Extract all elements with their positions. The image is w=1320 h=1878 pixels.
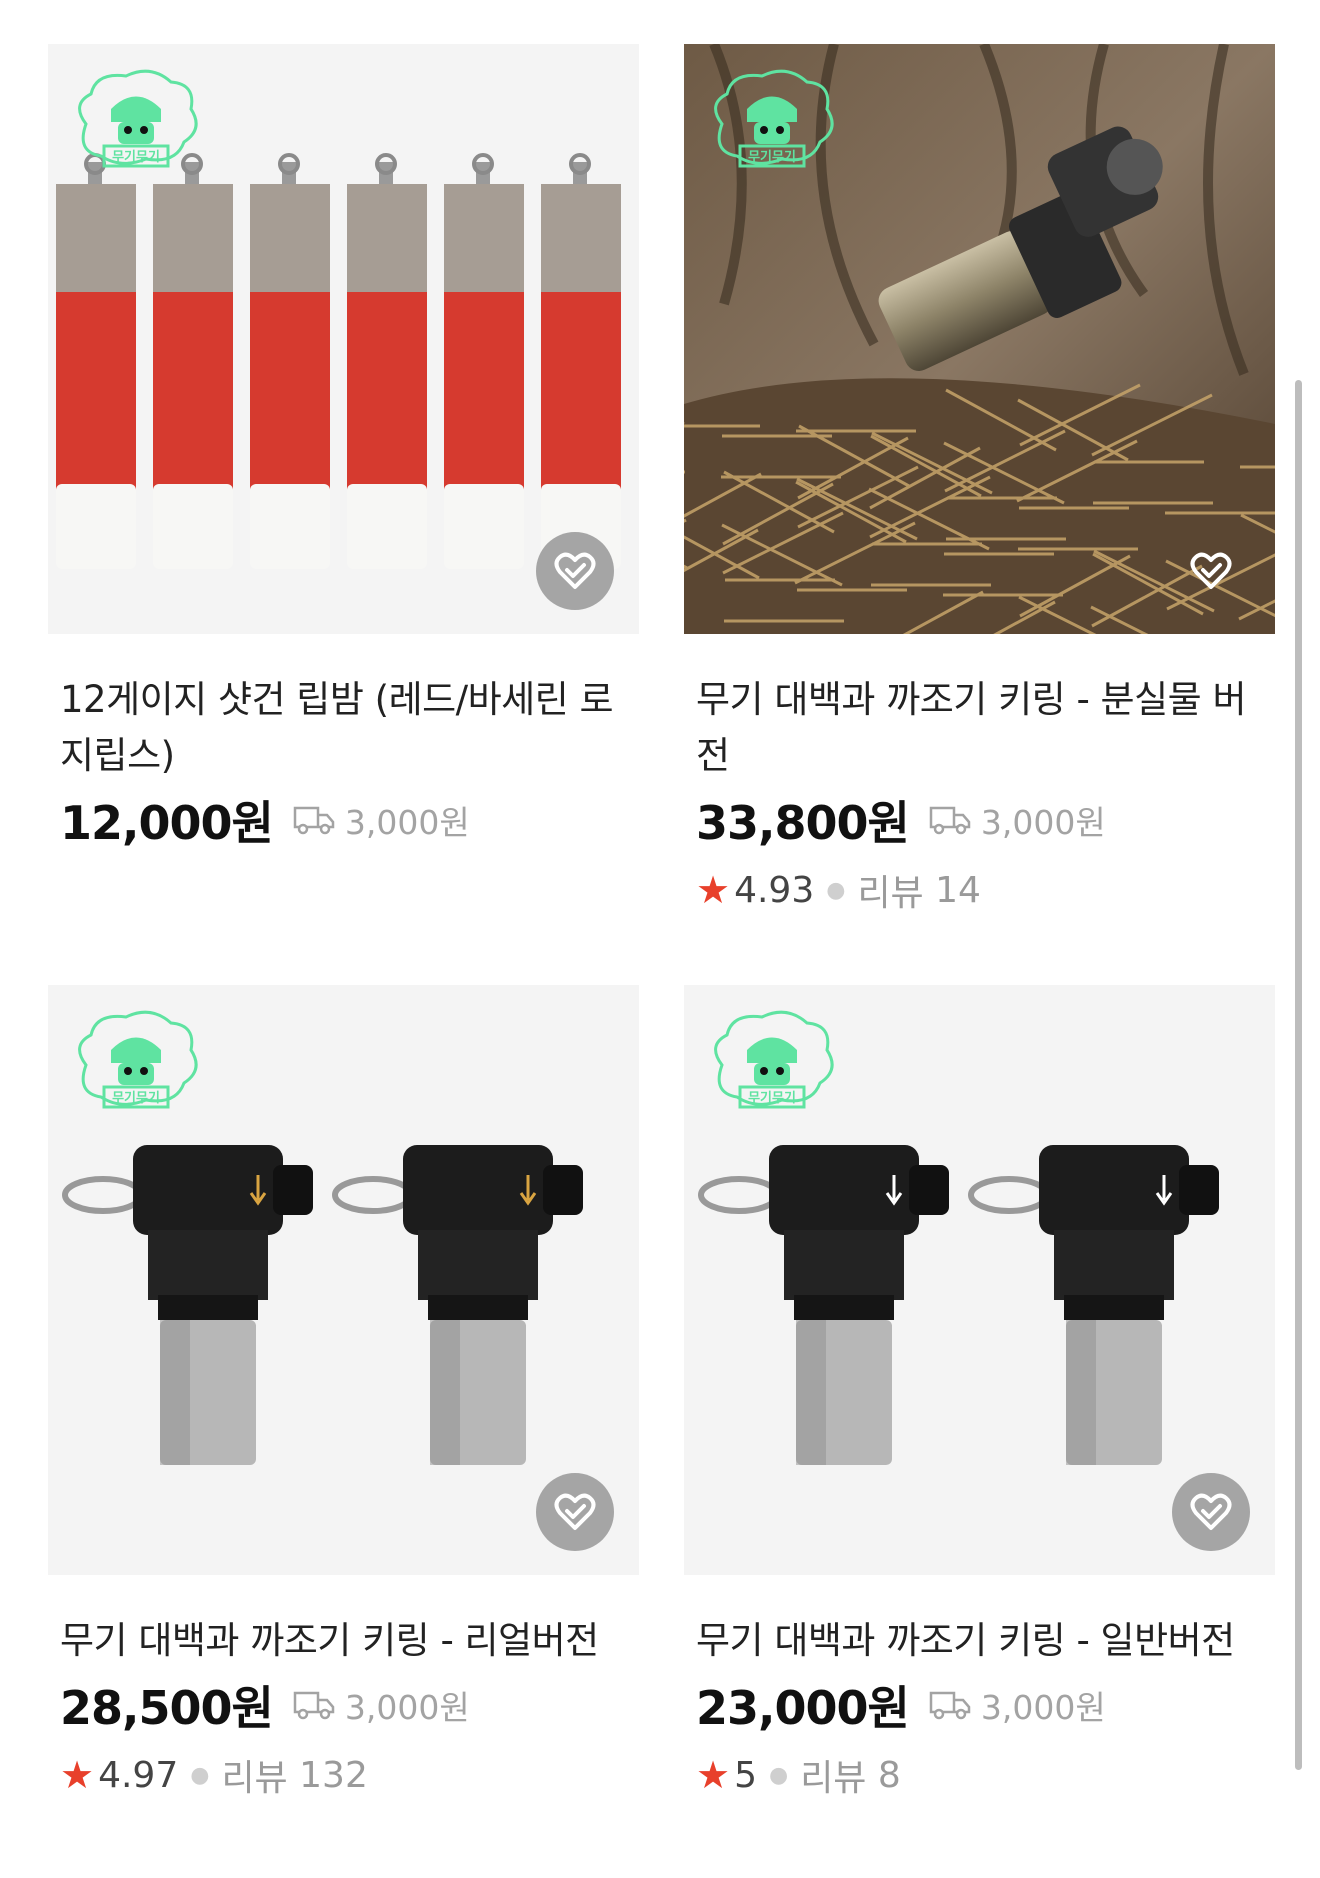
wishlist-button[interactable] bbox=[1172, 1473, 1250, 1551]
brand-logo: 무기무기 bbox=[714, 69, 834, 168]
rating-row: ★ 4.97 ● 리뷰 132 bbox=[60, 1749, 627, 1801]
svg-text:무기무기: 무기무기 bbox=[748, 150, 796, 165]
product-card[interactable]: 무기무기 12게이지 샷건 립밤 (레드/바세린 로지립스) 12,000원 3… bbox=[48, 44, 639, 850]
review-label: 리뷰 bbox=[221, 1758, 288, 1799]
shipping-fee-value: 3,000원 bbox=[344, 803, 470, 842]
product-image[interactable]: 무기무기 bbox=[48, 44, 639, 634]
brand-logo: 무기무기 bbox=[78, 1010, 198, 1109]
brand-logo: 무기무기 bbox=[714, 1010, 834, 1109]
product-price: 23,000원 bbox=[696, 1681, 910, 1735]
rating-value: 5 bbox=[734, 1754, 757, 1796]
shipping-fee-value: 3,000원 bbox=[344, 1688, 470, 1727]
review-label: 리뷰 bbox=[857, 873, 924, 914]
separator-dot: ● bbox=[768, 1762, 789, 1788]
separator-dot: ● bbox=[826, 877, 846, 903]
product-image[interactable]: 무기무기 bbox=[684, 44, 1275, 634]
review-label: 리뷰 bbox=[800, 1758, 867, 1799]
truck-icon bbox=[293, 1691, 335, 1720]
truck-icon bbox=[929, 1691, 971, 1720]
svg-text:무기무기: 무기무기 bbox=[748, 1091, 796, 1106]
heart-check-icon bbox=[554, 1493, 596, 1530]
review-count: 14 bbox=[935, 869, 981, 911]
svg-text:무기무기: 무기무기 bbox=[112, 150, 160, 165]
product-card[interactable]: 무기무기 무기 대백과 까조기 키링 - 분실물 버전 33,800원 3,00… bbox=[684, 44, 1275, 916]
product-card[interactable]: 무기무기 무기 대백과 까조기 키링 - 리얼버전 28,500원 3,000원… bbox=[48, 985, 639, 1801]
rating-value: 4.97 bbox=[98, 1754, 179, 1796]
review-count: 132 bbox=[299, 1754, 368, 1796]
product-price: 12,000원 bbox=[60, 796, 274, 850]
heart-check-icon bbox=[554, 552, 596, 589]
product-card[interactable]: 무기무기 무기 대백과 까조기 키링 - 일반버전 23,000원 3,000원… bbox=[684, 985, 1275, 1801]
star-icon: ★ bbox=[696, 1753, 731, 1797]
star-icon: ★ bbox=[60, 1753, 95, 1797]
wishlist-button[interactable] bbox=[536, 532, 614, 610]
product-image[interactable]: 무기무기 bbox=[48, 985, 639, 1575]
review-count: 8 bbox=[877, 1754, 901, 1796]
truck-icon bbox=[293, 806, 335, 835]
product-title[interactable]: 무기 대백과 까조기 키링 - 분실물 버전 bbox=[696, 672, 1263, 784]
product-title[interactable]: 무기 대백과 까조기 키링 - 리얼버전 bbox=[60, 1613, 627, 1669]
heart-check-icon bbox=[1190, 552, 1232, 589]
brand-logo: 무기무기 bbox=[78, 69, 198, 168]
scrollbar[interactable] bbox=[1295, 380, 1302, 1770]
svg-text:무기무기: 무기무기 bbox=[112, 1091, 160, 1106]
shipping-fee: 3,000원 bbox=[929, 796, 1106, 844]
product-price: 28,500원 bbox=[60, 1681, 274, 1735]
wishlist-button[interactable] bbox=[1172, 532, 1250, 610]
product-title[interactable]: 12게이지 샷건 립밤 (레드/바세린 로지립스) bbox=[60, 672, 627, 784]
rating-row: ★ 4.93 ● 리뷰 14 bbox=[696, 864, 1263, 916]
heart-check-icon bbox=[1190, 1493, 1232, 1530]
rating-value: 4.93 bbox=[734, 869, 815, 911]
rating-row: ★ 5 ● 리뷰 8 bbox=[696, 1749, 1263, 1801]
shipping-fee: 3,000원 bbox=[293, 1681, 470, 1729]
wishlist-button[interactable] bbox=[536, 1473, 614, 1551]
shipping-fee-value: 3,000원 bbox=[980, 803, 1106, 842]
product-title[interactable]: 무기 대백과 까조기 키링 - 일반버전 bbox=[696, 1613, 1263, 1669]
shipping-fee: 3,000원 bbox=[929, 1681, 1106, 1729]
shipping-fee-value: 3,000원 bbox=[980, 1688, 1106, 1727]
product-image[interactable]: 무기무기 bbox=[684, 985, 1275, 1575]
separator-dot: ● bbox=[190, 1762, 210, 1788]
product-price: 33,800원 bbox=[696, 796, 910, 850]
star-icon: ★ bbox=[696, 868, 731, 912]
shipping-fee: 3,000원 bbox=[293, 796, 470, 844]
truck-icon bbox=[929, 806, 971, 835]
